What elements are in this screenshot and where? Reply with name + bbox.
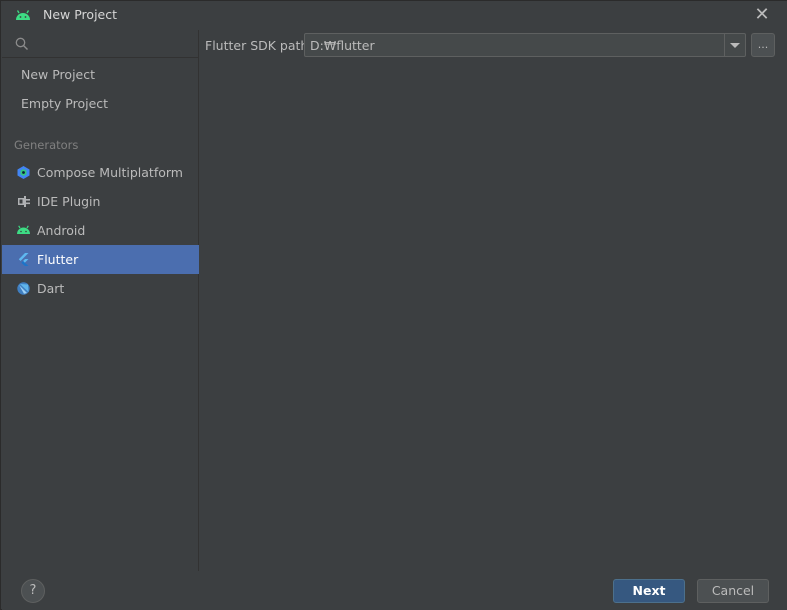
title-bar: New Project ✕ xyxy=(1,1,787,30)
sidebar-item-ide-plugin[interactable]: IDE Plugin xyxy=(2,187,199,216)
sidebar-item-compose-multiplatform[interactable]: Compose Multiplatform xyxy=(2,158,199,187)
flutter-icon xyxy=(18,253,29,266)
sidebar-item-label: Android xyxy=(37,223,86,238)
sdk-path-label: Flutter SDK path: xyxy=(205,38,313,53)
sidebar-item-label: Flutter xyxy=(37,252,79,267)
search-icon xyxy=(15,37,28,50)
close-icon[interactable]: ✕ xyxy=(752,5,772,25)
generators-heading: Generators xyxy=(14,138,79,152)
sidebar-item-dart[interactable]: Dart xyxy=(2,274,199,303)
next-button[interactable]: Next xyxy=(613,579,685,603)
dart-icon xyxy=(17,282,30,295)
help-button[interactable]: ? xyxy=(21,579,45,603)
main-panel: Flutter SDK path: ... xyxy=(200,30,787,571)
search-box xyxy=(2,30,199,58)
android-icon xyxy=(17,225,30,234)
sidebar-item-flutter[interactable]: Flutter xyxy=(2,245,199,274)
sidebar: New Project Empty Project Generators Com… xyxy=(2,30,199,571)
sidebar-item-new-project[interactable]: New Project xyxy=(2,60,199,89)
cancel-button[interactable]: Cancel xyxy=(697,579,769,603)
sidebar-item-empty-project[interactable]: Empty Project xyxy=(2,89,199,118)
chevron-down-icon[interactable] xyxy=(724,34,745,56)
browse-button[interactable]: ... xyxy=(751,33,775,57)
sidebar-item-android[interactable]: Android xyxy=(2,216,199,245)
new-project-dialog: New Project ✕ New Project Empty Project … xyxy=(0,0,787,610)
sidebar-item-label: Dart xyxy=(37,281,65,296)
ide-plugin-icon xyxy=(18,196,30,207)
sdk-path-input[interactable] xyxy=(310,36,720,54)
sidebar-item-label: IDE Plugin xyxy=(37,194,101,209)
sidebar-item-label: Compose Multiplatform xyxy=(37,165,183,180)
sidebar-item-label: New Project xyxy=(21,67,96,82)
sdk-path-combo[interactable] xyxy=(304,33,746,57)
compose-multiplatform-icon xyxy=(17,166,30,179)
search-input[interactable] xyxy=(36,34,191,54)
sidebar-item-label: Empty Project xyxy=(21,96,109,111)
android-icon xyxy=(16,10,30,20)
dialog-footer: ? Next Cancel xyxy=(2,571,787,610)
window-title: New Project xyxy=(43,7,118,22)
